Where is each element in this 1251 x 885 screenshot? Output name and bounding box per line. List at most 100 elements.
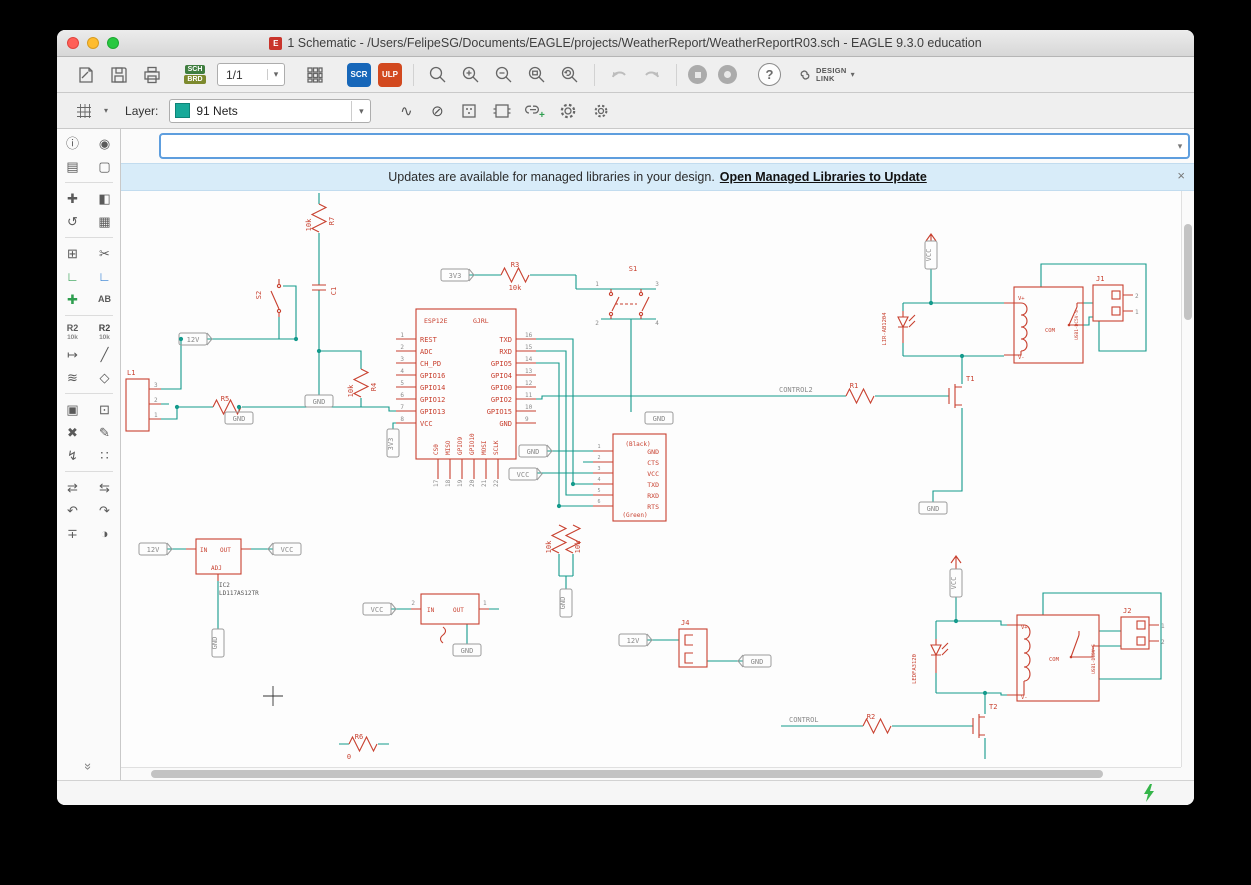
rotate-tool[interactable]: ↺ bbox=[61, 211, 85, 232]
go-button[interactable] bbox=[718, 65, 737, 84]
group-tool[interactable]: ▦ bbox=[93, 211, 117, 232]
autorouter-bolt-icon[interactable] bbox=[1142, 784, 1156, 802]
schematic-label: GND bbox=[647, 448, 659, 456]
command-combobox[interactable]: ▾ bbox=[159, 133, 1190, 159]
zoom-fit-icon[interactable] bbox=[524, 62, 550, 88]
mirror-tool[interactable]: ◧ bbox=[93, 188, 117, 209]
change-tool[interactable]: ✎ bbox=[93, 422, 117, 443]
schematic-label: 4 bbox=[400, 368, 404, 375]
settings-gear-icon[interactable] bbox=[555, 98, 581, 124]
scr-button[interactable]: SCR bbox=[347, 62, 371, 87]
design-link-button[interactable]: DESIGN LINK ▾ bbox=[798, 66, 855, 83]
net-tool-icon[interactable]: ∿ bbox=[394, 99, 418, 123]
schematic-label: 10k bbox=[509, 284, 522, 292]
wire-tool[interactable]: ╱ bbox=[93, 344, 117, 365]
show-tool[interactable]: ◉ bbox=[93, 133, 117, 154]
schematic-label: LEDFA3120 bbox=[912, 654, 918, 684]
schematic-label: 1 bbox=[597, 444, 600, 450]
schematic-label: L1 bbox=[127, 369, 135, 377]
schematic-label: CONTROL2 bbox=[779, 386, 813, 394]
net-tags-layer bbox=[138, 240, 963, 668]
titlebar: E 1 Schematic - /Users/FelipeSG/Document… bbox=[57, 30, 1194, 57]
module-ports-icon[interactable] bbox=[489, 98, 515, 124]
value-tool[interactable]: R2 10k bbox=[93, 321, 117, 342]
sch-badge: SCH bbox=[184, 65, 206, 74]
switch-to-board-button[interactable]: SCH BRD bbox=[180, 62, 210, 88]
gateswap-tool[interactable]: ⇆ bbox=[93, 477, 117, 498]
command-input[interactable] bbox=[161, 139, 1172, 153]
bend-style-blue-tool[interactable]: ∟ bbox=[93, 266, 117, 287]
bend-style-green-tool[interactable]: ∟ bbox=[61, 266, 85, 287]
schematic-label: 12V bbox=[627, 637, 640, 645]
smash-tool[interactable]: ↯ bbox=[61, 445, 85, 466]
new-open-button[interactable] bbox=[73, 62, 99, 88]
arc-left-tool[interactable]: ↶ bbox=[61, 500, 85, 521]
schematic-label: VCC bbox=[647, 470, 659, 478]
bus-tool[interactable]: ≋ bbox=[61, 367, 85, 388]
duplicate-tool[interactable]: ▣ bbox=[61, 399, 85, 420]
bend-style-green-tool-icon: ∟ bbox=[66, 269, 79, 284]
pinswap-tool[interactable]: ⇄ bbox=[61, 477, 85, 498]
schematic-label: 10k bbox=[347, 384, 355, 397]
zoom-in-icon[interactable] bbox=[458, 62, 484, 88]
paste-tool[interactable]: ⊡ bbox=[93, 399, 117, 420]
ulp-button[interactable]: ULP bbox=[378, 62, 402, 87]
help-button[interactable]: ? bbox=[758, 63, 781, 86]
miter-tool-icon[interactable]: ⊘ bbox=[425, 99, 449, 123]
schematic-label: 10 bbox=[525, 404, 533, 411]
sidebar-expander-button[interactable]: » bbox=[81, 763, 96, 770]
schematic-canvas[interactable]: 10k R7 S2 C1 12V GND 10k R4 L1 3 2 1 R5 GND 3V3 R3 10k ES… bbox=[121, 191, 1194, 780]
layer-selector[interactable]: 91 Nets ▾ bbox=[169, 98, 372, 123]
copy-tool[interactable]: ⊞ bbox=[61, 243, 85, 264]
vertical-scrollbar-thumb[interactable] bbox=[1184, 224, 1192, 320]
zoom-window-button[interactable] bbox=[107, 37, 119, 49]
schematic-label: 2 bbox=[411, 600, 415, 607]
polarity-tool[interactable]: ∓ bbox=[61, 523, 85, 544]
display-tool[interactable]: ▤ bbox=[61, 156, 85, 177]
zoom-select-icon[interactable] bbox=[425, 62, 451, 88]
name-tool[interactable]: R2 10k bbox=[61, 321, 85, 342]
zoom-redraw-icon[interactable] bbox=[557, 62, 583, 88]
delete-tool[interactable]: ✖ bbox=[61, 422, 85, 443]
preferences-gear-icon[interactable] bbox=[588, 98, 614, 124]
sheet-selector[interactable]: 1/1 ▾ bbox=[217, 63, 285, 86]
schematic-label: 3 bbox=[655, 281, 659, 288]
schematic-label: 13 bbox=[525, 368, 533, 375]
cut-tool[interactable]: ✂ bbox=[93, 243, 117, 264]
close-window-button[interactable] bbox=[67, 37, 79, 49]
pinswap-tool-icon: ⇄ bbox=[67, 480, 78, 495]
vertical-scrollbar[interactable] bbox=[1181, 191, 1194, 767]
schematic-label: 3V3 bbox=[449, 272, 462, 280]
minimize-window-button[interactable] bbox=[87, 37, 99, 49]
print-button[interactable] bbox=[139, 62, 165, 88]
undo-button[interactable] bbox=[606, 62, 632, 88]
horizontal-scrollbar[interactable] bbox=[121, 767, 1181, 780]
text-tool[interactable]: AB bbox=[93, 289, 117, 310]
resistor-R2 bbox=[862, 718, 892, 734]
label-tool-icon: ◇ bbox=[99, 370, 110, 385]
stop-button[interactable] bbox=[688, 65, 707, 84]
link-add-icon[interactable]: + bbox=[522, 98, 548, 124]
notification-link[interactable]: Open Managed Libraries to Update bbox=[720, 170, 927, 184]
module-icon[interactable] bbox=[456, 98, 482, 124]
schematic-label: LIR-AB1204 bbox=[882, 312, 888, 346]
display-tool-icon: ▤ bbox=[66, 159, 79, 174]
sidebar-tool-grid: ⓘ ◉ ▤ ▢ ✚ ◧ ↺ ▦ ⊞ ✂ ∟ ∟ ✚ AB R2 10k R2 10k ↦ ╱ ≋ ◇ ▣ ⊡ ✖ ✎ ↯ ∷ ⇄ ⇆ ↶ ↷ ∓… bbox=[60, 133, 118, 544]
grid-settings-icon[interactable] bbox=[71, 98, 97, 124]
move-tool[interactable]: ✚ bbox=[61, 188, 85, 209]
arc-right-tool[interactable]: ↷ bbox=[93, 500, 117, 521]
array-tool[interactable]: ∷ bbox=[93, 445, 117, 466]
horizontal-scrollbar-thumb[interactable] bbox=[151, 770, 1103, 778]
close-icon[interactable]: × bbox=[1177, 168, 1185, 183]
redo-button[interactable] bbox=[639, 62, 665, 88]
invoke-tool[interactable]: ↦ bbox=[61, 344, 85, 365]
label-tool[interactable]: ◇ bbox=[93, 367, 117, 388]
zoom-out-icon[interactable] bbox=[491, 62, 517, 88]
mark-tool[interactable]: ▢ bbox=[93, 156, 117, 177]
schematic-label: GND bbox=[461, 647, 474, 655]
fill-tool[interactable]: ◑ bbox=[93, 523, 117, 544]
add-part-tool[interactable]: ✚ bbox=[61, 289, 85, 310]
info-tool[interactable]: ⓘ bbox=[61, 133, 85, 154]
save-button[interactable] bbox=[106, 62, 132, 88]
library-manager-button[interactable] bbox=[302, 62, 328, 88]
